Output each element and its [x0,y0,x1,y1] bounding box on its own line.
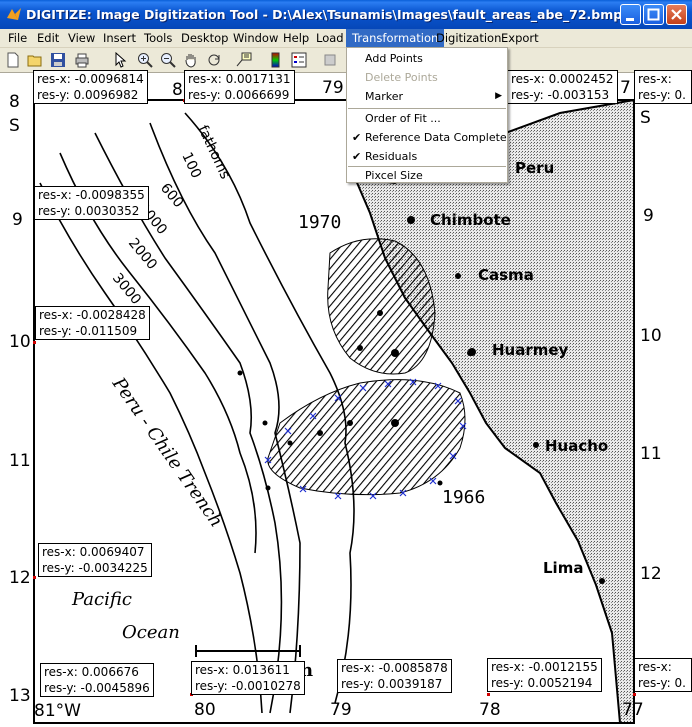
lat-label-right-10: 10 [640,326,662,346]
lat-label-s: S [9,116,20,136]
menu-marker[interactable]: Marker ▶ [347,87,507,106]
menu-reference-data-complete[interactable]: ✔ Reference Data Complete [347,128,507,147]
place-lima: Lima [543,559,583,577]
maximize-icon [647,8,660,21]
print-icon[interactable] [74,52,90,68]
lat-label-12: 12 [9,568,31,588]
lon-label-top-7: 7 [620,78,631,98]
menu-pixcel-size[interactable]: Pixcel Size [347,166,507,185]
menu-delete-points: Delete Points [365,71,438,84]
arrow-pointer-icon[interactable] [112,52,128,68]
new-file-icon[interactable] [5,52,21,68]
maximize-button[interactable] [643,4,664,25]
close-icon [671,9,682,20]
place-peru: Peru [515,159,554,177]
residual-box: res-x: -0.0012155 res-y: 0.0052194 [487,658,602,692]
menu-view[interactable]: View [62,29,101,48]
pan-hand-icon[interactable] [183,52,199,68]
window-title: DIGITIZE: Image Digitization Tool - D:\A… [26,7,623,22]
rotate-3d-icon[interactable] [206,52,222,68]
residual-box: res-x: 0.013611 res-y: -0.0010278 [191,661,305,695]
lat-label-11: 11 [9,451,31,471]
residual-box: res-x: -0.0028428 res-y: -0.011509 [35,306,150,340]
lat-label-9: 9 [12,210,23,230]
open-folder-icon[interactable] [27,52,43,68]
menu-add-points[interactable]: Add Points [347,49,507,68]
label-ocean: Ocean [122,622,180,643]
hide-plot-tools-icon[interactable] [322,52,338,68]
residual-box: res-x: 0.006676 res-y: -0.0045896 [40,663,154,697]
place-chimbote: Chimbote [430,211,511,229]
menu-tools[interactable]: Tools [138,29,178,48]
residual-box: res-x: -0.0096814 res-y: 0.0096982 [33,70,148,104]
zoom-out-icon[interactable] [160,52,176,68]
title-bar: DIGITIZE: Image Digitization Tool - D:\A… [0,0,692,29]
menu-desktop[interactable]: Desktop [175,29,234,48]
menu-edit[interactable]: Edit [31,29,65,48]
menu-export[interactable]: Export [495,29,545,48]
lon-label-77: 77 [622,700,644,720]
lon-label-80: 80 [194,700,216,720]
menu-insert[interactable]: Insert [97,29,142,48]
residual-box: res-x: -0.0098355 res-y: 0.0030352 [34,186,149,220]
lon-label-top-80: 8 [172,80,183,100]
lat-label-10: 10 [9,332,31,352]
lon-label-78: 78 [479,700,501,720]
place-casma: Casma [478,266,534,284]
residual-box: res-x: 0.0002452 res-y: -0.003153 [508,70,618,104]
data-cursor-icon[interactable] [236,52,252,68]
save-icon[interactable] [50,52,66,68]
close-button[interactable] [666,4,687,25]
lon-label-81w: 81°W [34,701,81,721]
residual-box: res-x: 0.0069407 res-y: -0.0034225 [38,543,152,577]
residual-box: res-x: -0.0085878 res-y: 0.0039187 [337,659,452,693]
lat-label-right-s: S [640,108,651,128]
lat-label-8: 8 [9,92,20,112]
lon-label-79: 79 [330,700,352,720]
zoom-in-icon[interactable] [137,52,153,68]
menu-file[interactable]: File [2,29,33,48]
colorbar-icon[interactable] [268,52,284,68]
label-pacific: Pacific [71,589,132,610]
checkmark-icon: ✔ [352,131,362,144]
menu-load[interactable]: Load [310,29,350,48]
year-1970: 1970 [298,212,341,233]
residual-box: res-x: res-y: 0. [634,70,692,104]
submenu-arrow-icon: ▶ [495,91,502,101]
place-huarmey: Huarmey [492,341,569,359]
lat-label-right-9: 9 [643,206,654,226]
menu-order-of-fit[interactable]: Order of Fit ... [347,109,507,128]
lat-label-right-11: 11 [640,444,662,464]
menu-window[interactable]: Window [227,29,284,48]
minimize-icon [626,18,634,21]
menu-bar: File Edit View Insert Tools Desktop Wind… [0,29,692,48]
residual-box: res-x: 0.0017131 res-y: 0.0066699 [184,70,295,104]
lat-label-right-12: 12 [640,564,662,584]
legend-icon[interactable] [291,52,307,68]
residual-box: res-x: res-y: 0. [634,658,692,692]
minimize-button[interactable] [620,4,641,25]
year-1966: 1966 [442,487,485,508]
lat-label-13: 13 [9,686,31,706]
menu-residuals[interactable]: ✔ Residuals [347,147,507,166]
lon-label-top-79: 79 [322,78,344,98]
checkmark-icon: ✔ [352,150,362,163]
place-huacho: Huacho [545,437,608,455]
transformation-dropdown: Add Points Delete Points Marker ▶ Order … [346,47,508,183]
matlab-app-icon [7,8,21,20]
